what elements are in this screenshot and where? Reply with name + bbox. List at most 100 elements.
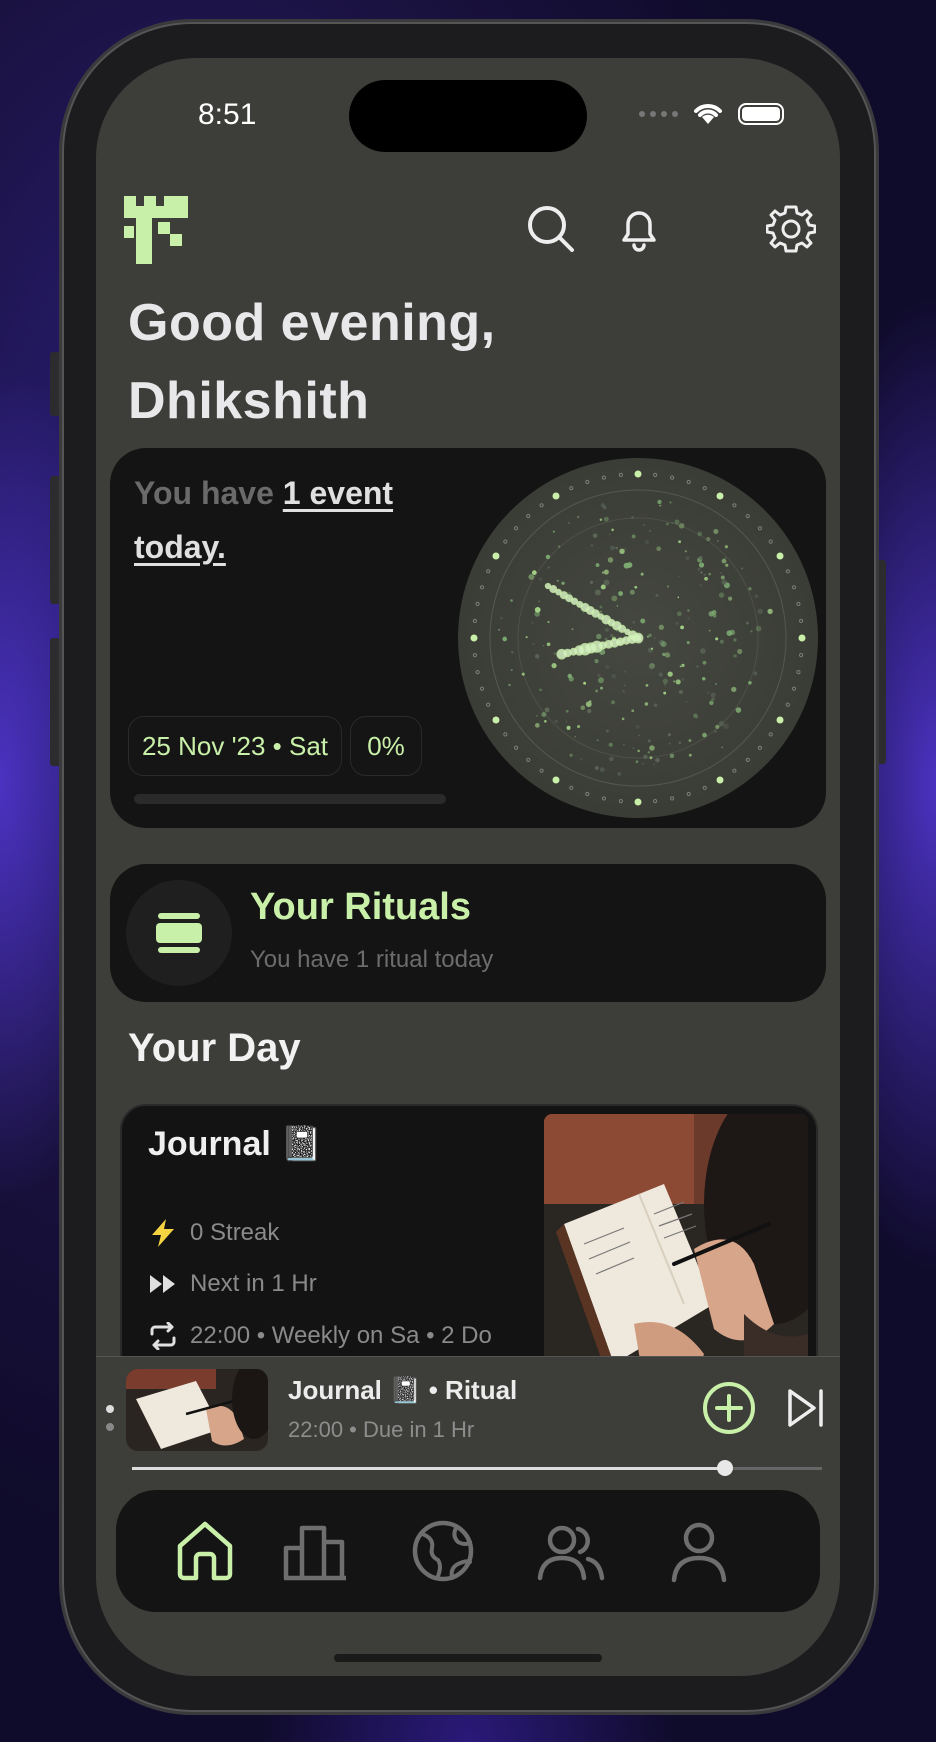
- clock-particle: [600, 584, 606, 590]
- clock-particle: [643, 523, 646, 527]
- greeting-line-1: Good evening,: [128, 294, 496, 352]
- clock-particle: [723, 723, 729, 729]
- player-scrub-knob[interactable]: [717, 1460, 734, 1476]
- clock-hour-mark: [634, 470, 642, 478]
- clock-particle: [541, 711, 547, 718]
- clock-particle: [567, 673, 573, 679]
- bell-icon[interactable]: [614, 204, 664, 254]
- events-link[interactable]: 1 event: [283, 475, 393, 511]
- clock-particle: [605, 628, 609, 632]
- clock-particle: [685, 556, 690, 560]
- clock-particle: [603, 516, 609, 522]
- clock-particle: [611, 528, 614, 532]
- clock-particle: [547, 620, 550, 624]
- clock-particle: [640, 618, 646, 624]
- clock-particle: [631, 709, 635, 713]
- clock-particle: [618, 591, 623, 596]
- percent-chip: 0%: [350, 716, 422, 776]
- power-button: [876, 560, 886, 764]
- clock-particle: [678, 540, 682, 544]
- add-circle-icon[interactable]: [702, 1381, 756, 1435]
- clock-particle: [710, 692, 716, 698]
- event-card[interactable]: You have 1 event today. 25 Nov '23 • Sat…: [110, 448, 826, 828]
- clock-particle: [637, 749, 640, 753]
- clock-particle: [674, 519, 680, 525]
- fast-forward-icon: [150, 1275, 175, 1293]
- clock-particle: [511, 651, 514, 654]
- clock-particle: [702, 676, 706, 681]
- globe-tab-icon[interactable]: [408, 1516, 478, 1586]
- clock-particle: [608, 742, 613, 747]
- clock-particle: [737, 648, 743, 655]
- home-indicator[interactable]: [334, 1654, 602, 1662]
- clock-particle: [700, 571, 703, 574]
- stats-tab-icon[interactable]: [280, 1516, 350, 1586]
- events-link-tail[interactable]: today.: [134, 529, 226, 565]
- home-tab-icon[interactable]: [170, 1516, 240, 1586]
- clock-particle: [688, 739, 692, 742]
- clock-particle: [538, 577, 543, 582]
- journal-photo: [544, 1114, 808, 1384]
- clock-particle: [632, 621, 636, 624]
- clock-particle: [708, 629, 711, 632]
- logo-icon: [124, 196, 188, 264]
- clock-particle: [539, 688, 542, 692]
- clock-particle: [605, 729, 609, 733]
- rituals-card[interactable]: Your Rituals You have 1 ritual today: [110, 864, 826, 1002]
- ritual-stack-icon: [156, 913, 202, 953]
- clock-particle: [595, 689, 599, 693]
- clock-particle: [631, 516, 634, 519]
- clock-particle: [543, 720, 547, 723]
- clock-particle: [657, 499, 662, 505]
- clock-particle: [650, 647, 654, 650]
- clock-particle: [622, 690, 625, 693]
- people-tab-icon[interactable]: [536, 1516, 606, 1586]
- clock-particle: [531, 621, 534, 624]
- player-page-dots: [106, 1405, 114, 1431]
- clock-particle: [510, 669, 513, 672]
- clock-hour-mark: [552, 492, 560, 500]
- clock-particle: [698, 562, 705, 568]
- clock-particle: [685, 701, 688, 704]
- mini-player[interactable]: Journal 📓 • Ritual 22:00 • Due in 1 Hr: [96, 1356, 840, 1507]
- lightning-icon: [152, 1219, 174, 1247]
- clock-particle: [662, 678, 668, 684]
- clock-particle: [641, 762, 644, 765]
- clock-particle: [629, 589, 635, 595]
- clock-hour-mark: [552, 776, 560, 784]
- clock-particle: [728, 596, 733, 601]
- skip-next-icon[interactable]: [786, 1387, 826, 1429]
- clock-particle: [750, 630, 753, 633]
- clock-hour-mark: [716, 492, 724, 500]
- clock-particle: [574, 735, 577, 738]
- event-summary: You have 1 event today.: [134, 466, 454, 574]
- gear-icon[interactable]: [766, 204, 816, 254]
- clock-particle: [698, 556, 703, 560]
- clock-particle: [663, 683, 667, 686]
- clock-particle: [579, 758, 583, 761]
- date-chip: 25 Nov '23 • Sat: [128, 716, 342, 776]
- clock-particle: [649, 745, 655, 751]
- clock-particle: [605, 664, 610, 669]
- clock-particle: [699, 583, 703, 587]
- clock-particle: [571, 628, 574, 631]
- clock-particle: [556, 579, 559, 582]
- clock-particle: [720, 571, 723, 574]
- clock-particle: [640, 572, 644, 576]
- clock-particle: [696, 665, 699, 668]
- clock-particle: [706, 537, 711, 542]
- greeting: Good evening, Dhikshith: [128, 284, 496, 440]
- profile-tab-icon[interactable]: [664, 1516, 734, 1586]
- next-row: Next in 1 Hr: [148, 1270, 317, 1298]
- clock-particle: [667, 733, 671, 737]
- clock-particle: [653, 703, 658, 707]
- clock-particle: [719, 639, 724, 644]
- mute-switch: [50, 352, 60, 416]
- clock-particle: [681, 677, 685, 681]
- clock-particle: [731, 686, 737, 693]
- clock-particle: [648, 633, 652, 638]
- clock-particle: [607, 557, 614, 563]
- search-icon[interactable]: [526, 204, 576, 254]
- clock-particle: [643, 754, 648, 759]
- rituals-icon-bg: [126, 880, 232, 986]
